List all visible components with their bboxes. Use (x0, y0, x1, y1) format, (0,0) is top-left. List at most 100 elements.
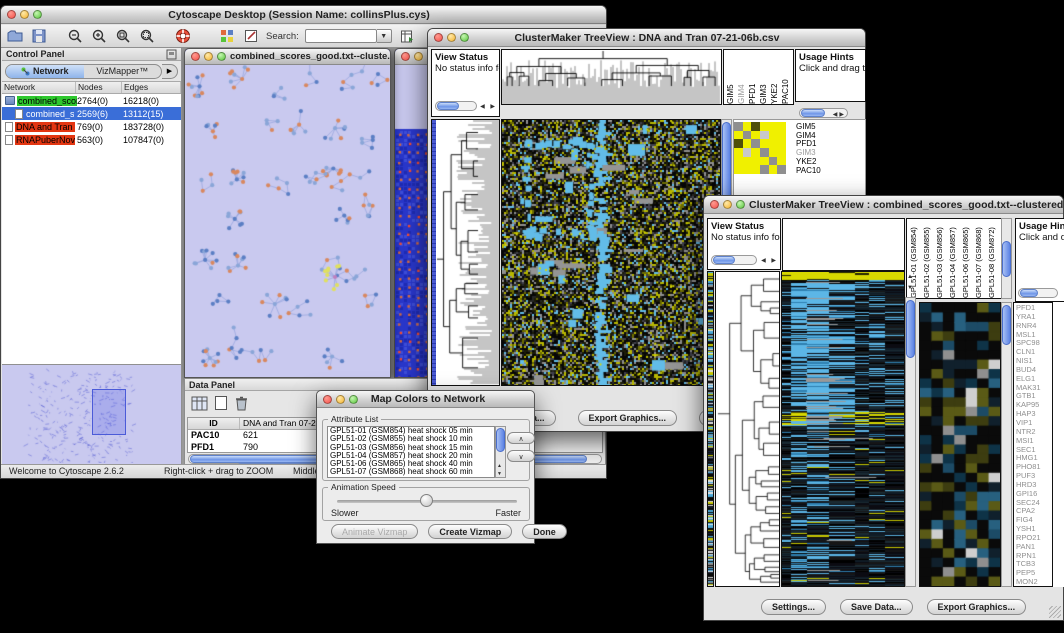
global-heatmap[interactable] (501, 119, 721, 386)
zoom-button[interactable] (33, 10, 42, 19)
dialog-button[interactable]: Done (522, 524, 567, 539)
gene-label[interactable]: PAC10 (796, 167, 821, 176)
zoom-selected-icon[interactable] (114, 27, 132, 45)
column-labels-vscrollbar[interactable] (1001, 218, 1012, 299)
close-button[interactable] (191, 52, 200, 61)
zoom-button[interactable] (349, 395, 358, 404)
dialog-button[interactable]: Create Vizmap (428, 524, 512, 539)
treeview-button[interactable]: Settings... (761, 599, 826, 615)
zoom-matrix[interactable] (734, 122, 786, 174)
treeview-button[interactable]: Export Graphics... (578, 410, 678, 426)
float-panel-icon[interactable] (166, 49, 177, 60)
birdseye-viewport-rect[interactable] (92, 389, 126, 435)
network-table-header: Network Nodes Edges (2, 82, 181, 94)
tab-vizmapper[interactable]: VizMapper™ (84, 65, 162, 78)
minimize-button[interactable] (723, 200, 732, 209)
close-button[interactable] (710, 200, 719, 209)
network-table-row[interactable]: DNA and Tran 07 769(0) 183728(0) (2, 120, 181, 133)
column-label[interactable]: GPL51-02 (GSM855) (921, 219, 934, 298)
minimize-button[interactable] (204, 52, 213, 61)
column-label[interactable]: GPL51-08 (GSM872) (986, 219, 999, 298)
column-label[interactable]: GIM5 (725, 50, 736, 104)
annotation-icon[interactable] (242, 27, 260, 45)
global-heatmap[interactable] (781, 271, 905, 587)
zoomview-hscrollbar[interactable]: ◀▶ (799, 108, 848, 118)
global-vscrollbar[interactable] (905, 297, 916, 587)
vizmapper-icon[interactable] (218, 27, 236, 45)
zoom-out-icon[interactable] (66, 27, 84, 45)
usage-hints-hscrollbar[interactable] (1018, 288, 1058, 298)
resize-grip[interactable] (1049, 606, 1061, 618)
close-button[interactable] (7, 10, 16, 19)
treeview1-titlebar[interactable]: ClusterMaker TreeView : DNA and Tran 07-… (428, 29, 865, 47)
minimize-button[interactable] (20, 10, 29, 19)
row-dendrogram[interactable] (715, 271, 780, 587)
attribute-list-vscrollbar[interactable]: ▲ ▼ (495, 426, 506, 478)
zoom-in-icon[interactable] (90, 27, 108, 45)
search-dropdown-icon[interactable]: ▼ (377, 29, 392, 43)
network-row-icon (5, 96, 15, 105)
tab-overflow-arrow[interactable]: ▶ (162, 64, 178, 79)
column-label[interactable]: GPL51-04 (GSM857) (947, 219, 960, 298)
row-value: 621 (240, 430, 261, 442)
treeview-button[interactable]: Export Graphics... (927, 599, 1027, 615)
treeview-button[interactable]: Save Data... (840, 599, 913, 615)
usage-hints-title: Usage Hints (796, 50, 865, 63)
column-label[interactable]: GPL51-06 (GSM865) (960, 219, 973, 298)
zoom-fit-icon[interactable] (138, 27, 156, 45)
gene-label[interactable]: MON2 (1016, 578, 1052, 587)
scroll-arrows[interactable]: ▲▼ (904, 272, 916, 296)
zoom-button[interactable] (460, 33, 469, 42)
slider-thumb[interactable] (420, 494, 433, 507)
row-dendrogram[interactable] (431, 119, 500, 386)
delete-attribute-icon[interactable] (234, 395, 249, 411)
view-status-hscrollbar[interactable] (711, 255, 757, 265)
tab-network[interactable]: Network (6, 65, 84, 78)
dialog-button[interactable]: Animate Vizmap (331, 524, 418, 539)
zoom-vscrollbar[interactable] (1001, 302, 1012, 587)
column-label[interactable]: YKE2 (769, 50, 780, 104)
import-table-icon[interactable] (398, 27, 416, 45)
view-status-hscrollbar[interactable] (435, 101, 477, 111)
attribute-list: GPL51-01 (GSM854) heat shock 05 minGPL51… (327, 426, 495, 478)
scroll-up-arrow[interactable]: ▲ (497, 463, 502, 469)
network-table-row[interactable]: RNAPuberNov2+ 563(0) 107847(0) (2, 133, 181, 146)
column-label[interactable]: GIM3 (758, 50, 769, 104)
column-label[interactable]: GPL51-07 (GSM868) (973, 219, 986, 298)
attribute-list-item[interactable]: GPL51-07 (GSM868) heat shock 60 min (328, 468, 494, 476)
select-attributes-icon[interactable] (191, 396, 208, 411)
network-table-row[interactable]: combined_sco 2569(6) 13112(15) (2, 107, 181, 120)
new-attribute-icon[interactable] (214, 395, 228, 411)
dialog-titlebar[interactable]: Map Colors to Network (317, 391, 534, 408)
minimize-button[interactable] (414, 52, 423, 61)
minimize-button[interactable] (447, 33, 456, 42)
column-label[interactable]: PAC10 (780, 50, 791, 104)
save-icon[interactable] (30, 27, 48, 45)
column-label[interactable]: PFD1 (747, 50, 758, 104)
column-dendrogram[interactable] (782, 218, 905, 271)
nav-arrows[interactable]: ◀ ▶ (761, 257, 778, 264)
zoom-button[interactable] (217, 52, 226, 61)
nav-arrows[interactable]: ◀ ▶ (480, 103, 497, 110)
close-button[interactable] (323, 395, 332, 404)
column-dendrogram[interactable] (501, 49, 722, 105)
column-label[interactable]: GPL51-03 (GSM856) (934, 219, 947, 298)
minimize-button[interactable] (336, 395, 345, 404)
zoom-button[interactable] (736, 200, 745, 209)
help-lifering-icon[interactable] (174, 27, 192, 45)
network-a-titlebar[interactable]: combined_scores_good.txt--cluste... (185, 49, 390, 65)
column-label[interactable]: GIM4 (736, 50, 747, 104)
zoom-heatmap[interactable] (919, 302, 1001, 587)
close-button[interactable] (401, 52, 410, 61)
open-folder-icon[interactable] (6, 27, 24, 45)
move-down-button[interactable]: ∨ (507, 450, 535, 462)
close-button[interactable] (434, 33, 443, 42)
birdseye-view[interactable] (2, 364, 181, 464)
search-input[interactable] (305, 29, 377, 43)
network-a-canvas[interactable] (185, 65, 390, 377)
treeview2-titlebar[interactable]: ClusterMaker TreeView : combined_scores_… (704, 196, 1063, 214)
main-titlebar[interactable]: Cytoscape Desktop (Session Name: collins… (1, 6, 606, 24)
network-table-row[interactable]: combined_scores_ 2764(0) 16218(0) (2, 94, 181, 107)
scroll-down-arrow[interactable]: ▼ (497, 471, 502, 477)
move-up-button[interactable]: ∧ (507, 432, 535, 444)
